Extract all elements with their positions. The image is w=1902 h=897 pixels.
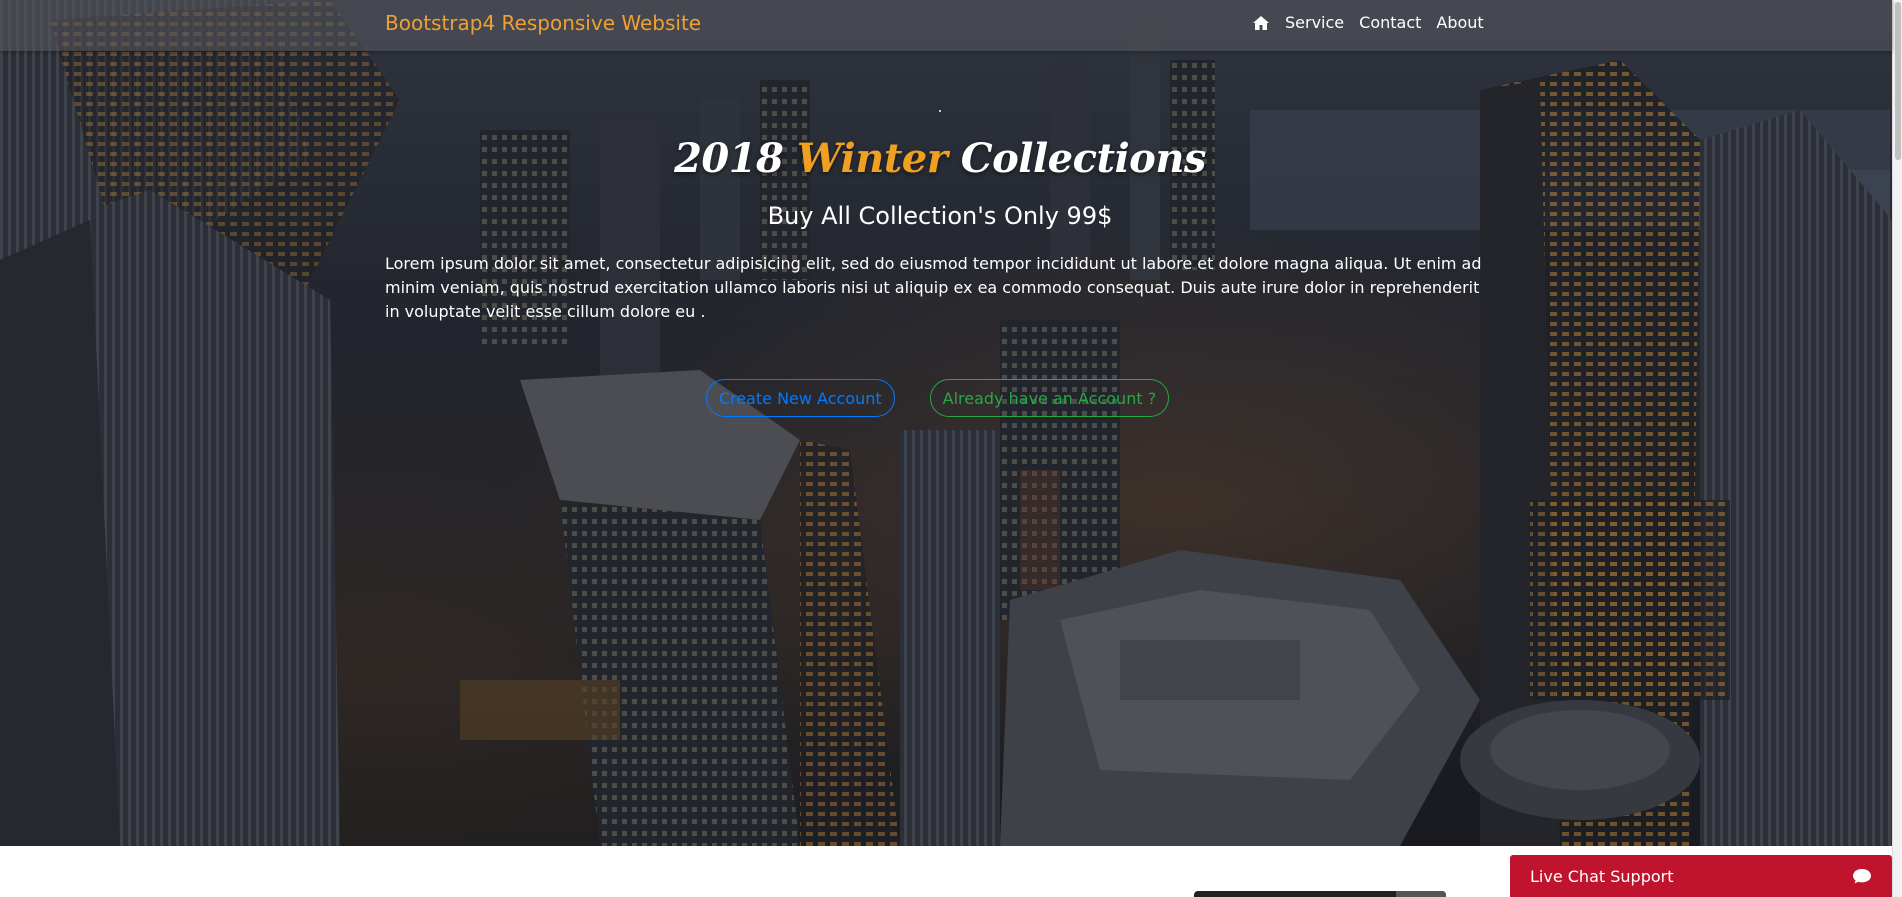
- vertical-scrollbar[interactable]: [1892, 0, 1902, 897]
- login-account-button[interactable]: Already have an Account ?: [929, 379, 1170, 417]
- hero-subtitle: Buy All Collection's Only 99$: [767, 202, 1113, 230]
- hero-title-accent: Winter: [796, 135, 948, 182]
- hero-title: 2018 Winter Collections: [385, 135, 1495, 182]
- navbar: Bootstrap4 Responsive Website Service Co…: [0, 0, 1892, 51]
- brand-link[interactable]: Bootstrap4 Responsive Website: [385, 11, 701, 35]
- decorative-dot: [939, 110, 941, 112]
- hero-title-year: 2018: [674, 135, 784, 182]
- home-icon[interactable]: [1252, 14, 1270, 32]
- hero-title-collections: Collections: [960, 135, 1207, 182]
- below-fold-element: [1194, 891, 1446, 897]
- nav-link-about[interactable]: About: [1436, 13, 1483, 32]
- live-chat-label: Live Chat Support: [1530, 866, 1674, 886]
- create-account-button[interactable]: Create New Account: [705, 379, 895, 417]
- hero-buttons: Create New Account Already have an Accou…: [385, 379, 1495, 417]
- page: Bootstrap4 Responsive Website Service Co…: [0, 0, 1902, 897]
- scrollbar-thumb[interactable]: [1895, 2, 1901, 160]
- nav-link-service[interactable]: Service: [1285, 13, 1344, 32]
- hero-body-text: Lorem ipsum dolor sit amet, consectetur …: [385, 254, 1482, 321]
- nav-links: Service Contact About: [1252, 13, 1499, 32]
- nav-link-contact[interactable]: Contact: [1359, 13, 1421, 32]
- hero-content: 2018 Winter Collections Buy All Collecti…: [385, 90, 1495, 417]
- chat-bubble-icon: [1852, 867, 1872, 885]
- live-chat-button[interactable]: Live Chat Support: [1510, 855, 1892, 897]
